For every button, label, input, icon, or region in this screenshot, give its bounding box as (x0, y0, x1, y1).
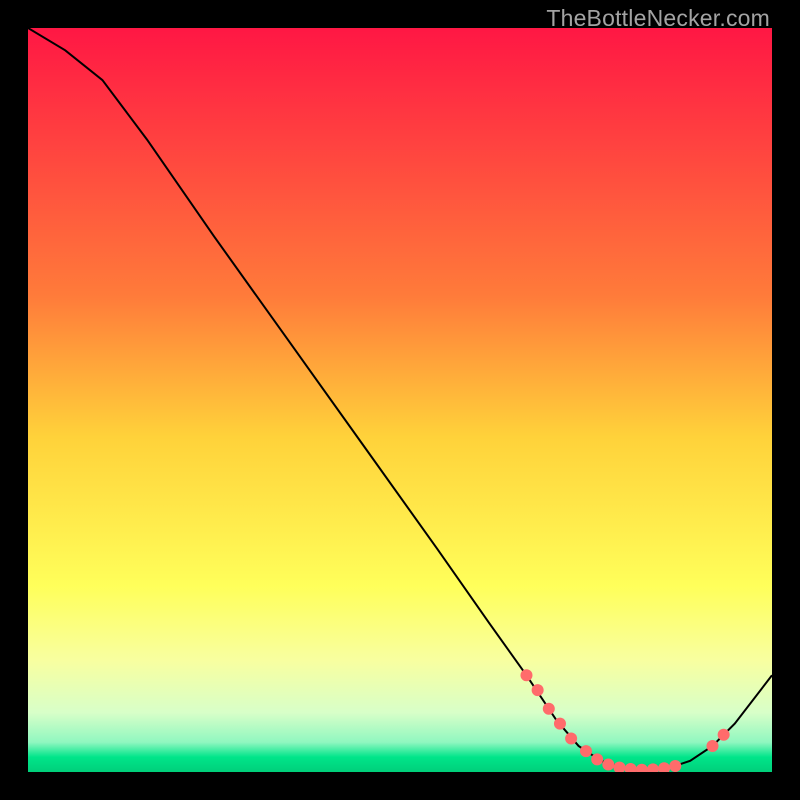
data-marker (591, 753, 603, 765)
data-marker (669, 760, 681, 772)
chart-plot-area (28, 28, 772, 772)
data-marker (520, 669, 532, 681)
chart-svg (28, 28, 772, 772)
data-marker (602, 759, 614, 771)
data-marker (543, 703, 555, 715)
data-marker (580, 745, 592, 757)
data-marker (554, 718, 566, 730)
data-marker (706, 740, 718, 752)
chart-background (28, 28, 772, 772)
data-marker (532, 684, 544, 696)
data-marker (565, 733, 577, 745)
data-marker (718, 729, 730, 741)
